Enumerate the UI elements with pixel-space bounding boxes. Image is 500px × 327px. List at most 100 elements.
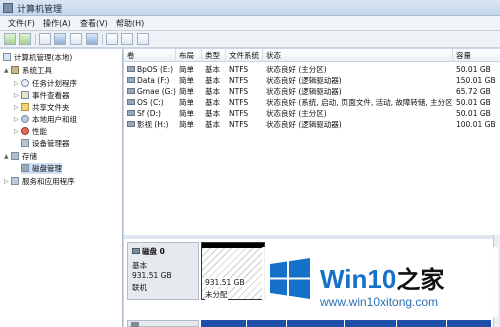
menu-action[interactable]: 操作(A) (43, 18, 71, 29)
volume-type: 基本 (205, 120, 220, 129)
forward-icon[interactable] (19, 33, 31, 45)
tree-item-label: 共享文件夹 (32, 103, 70, 112)
tree-item-services-apps[interactable]: ▷ 服务和应用程序 (4, 176, 75, 187)
refresh-icon[interactable] (121, 33, 133, 45)
volume-layout: 简单 (179, 87, 194, 96)
tree-item-task-scheduler[interactable]: ▷ 任务计划程序 (14, 78, 77, 89)
settings-icon[interactable] (137, 33, 149, 45)
volume-status: 状态良好 (主分区) (266, 109, 327, 118)
disk-1-label[interactable] (127, 320, 199, 327)
tree-item-shared-folders[interactable]: ▷ 共享文件夹 (14, 102, 70, 113)
column-status[interactable]: 状态 (263, 49, 453, 62)
tree-item-disk-management[interactable]: 磁盘管理 (21, 163, 62, 174)
volume-icon (127, 66, 135, 72)
collapse-arrow-icon[interactable]: ▲ (4, 151, 11, 162)
volume-capacity: 50.01 GB (456, 98, 491, 107)
disk-icon (131, 322, 139, 327)
tree-item-label: 计算机管理(本地) (14, 53, 73, 62)
disk-0-size: 931.51 GB (132, 271, 172, 280)
partition-block[interactable] (247, 320, 287, 327)
volume-layout: 简单 (179, 76, 194, 85)
volume-name: OS (C:) (124, 97, 176, 108)
tree-item-label: 设备管理器 (32, 139, 70, 148)
volume-status: 状态良好 (逻辑驱动器) (266, 120, 342, 129)
tree-item-performance[interactable]: ▷ 性能 (14, 126, 47, 137)
expand-arrow-icon[interactable]: ▷ (14, 90, 21, 101)
volume-row[interactable]: OS (C:) 简单 基本 NTFS 状态良好 (系统, 启动, 页面文件, 活… (124, 97, 500, 108)
watermark-url: www.win10xitong.com (320, 295, 439, 309)
column-type[interactable]: 类型 (202, 49, 226, 62)
expand-arrow-icon[interactable]: ▷ (14, 114, 21, 125)
expand-arrow-icon[interactable]: ▷ (14, 126, 21, 137)
volume-icon (127, 99, 135, 105)
menu-help[interactable]: 帮助(H) (116, 18, 144, 29)
volume-capacity: 100.01 GB (456, 120, 496, 129)
volume-filesystem: NTFS (229, 98, 249, 107)
tree-item-system-tools[interactable]: ▲ 系统工具 (4, 65, 52, 76)
volume-layout: 简单 (179, 120, 194, 129)
partition-block[interactable] (287, 320, 345, 327)
windows-logo-icon (270, 258, 310, 299)
volume-name: BpOS (E:) (124, 64, 176, 75)
menu-view[interactable]: 查看(V) (80, 18, 108, 29)
column-filesystem[interactable]: 文件系统 (226, 49, 263, 62)
tree-item-label: 本地用户和组 (32, 115, 77, 124)
volume-type: 基本 (205, 87, 220, 96)
storage-icon (11, 152, 19, 160)
up-folder-icon[interactable] (39, 33, 51, 45)
tree-item-event-viewer[interactable]: ▷ 事件查看器 (14, 90, 70, 101)
disk-0-label[interactable]: 磁盘 0 基本 931.51 GB 联机 (127, 242, 199, 300)
partition-label: 未分配 (205, 289, 228, 300)
menu-file[interactable]: 文件(F) (8, 18, 35, 29)
volume-filesystem: NTFS (229, 76, 249, 85)
partition-block[interactable] (201, 320, 247, 327)
expand-arrow-icon[interactable]: ▷ (4, 176, 11, 187)
partition-block[interactable] (345, 320, 397, 327)
unallocated-partition[interactable]: 931.51 GB 未分配 (201, 242, 265, 300)
watermark-brand: Win10之家 (320, 264, 445, 294)
tree-item-label: 系统工具 (22, 66, 52, 75)
tree-item-label: 性能 (32, 127, 47, 136)
tree-item-storage[interactable]: ▲ 存储 (4, 151, 37, 162)
expand-arrow-icon[interactable]: ▷ (14, 78, 21, 89)
column-volume[interactable]: 卷 (124, 49, 176, 62)
folder-icon (21, 103, 29, 111)
toolbar-divider (35, 34, 36, 45)
disk-0-title: 磁盘 0 (132, 246, 165, 257)
volume-row[interactable]: Gmae (G:) 简单 基本 NTFS 状态良好 (逻辑驱动器) 65.72 … (124, 86, 500, 97)
event-icon (21, 91, 29, 99)
help-icon[interactable] (70, 33, 82, 45)
performance-icon (21, 127, 29, 135)
collapse-arrow-icon[interactable]: ▲ (4, 65, 11, 76)
tree-item-label: 存储 (22, 152, 37, 161)
volume-row[interactable]: 影视 (H:) 简单 基本 NTFS 状态良好 (逻辑驱动器) 100.01 G… (124, 119, 500, 130)
volume-filesystem: NTFS (229, 109, 249, 118)
column-layout[interactable]: 布局 (176, 49, 202, 62)
properties-icon[interactable] (86, 33, 98, 45)
device-icon (21, 139, 29, 147)
volume-status: 状态良好 (逻辑驱动器) (266, 87, 342, 96)
volume-type: 基本 (205, 98, 220, 107)
expand-arrow-icon[interactable]: ▷ (14, 102, 21, 113)
tree-item-computer-management[interactable]: 计算机管理(本地) (3, 52, 72, 63)
console-tree: 计算机管理(本地) ▲ 系统工具 ▷ 任务计划程序 ▷ 事件查看器 ▷ 共享文件夹 ▷ 本… (0, 49, 123, 327)
disk-0-type: 基本 (132, 261, 147, 270)
volume-type: 基本 (205, 76, 220, 85)
toolbar (0, 31, 500, 48)
volume-list: 卷 布局 类型 文件系统 状态 容量 BpOS (E:) 简单 基本 NTFS … (124, 49, 500, 235)
volume-row[interactable]: Data (F:) 简单 基本 NTFS 状态良好 (逻辑驱动器) 150.01… (124, 75, 500, 86)
volume-row[interactable]: Sf (D:) 简单 基本 NTFS 状态良好 (主分区) 50.01 GB (124, 108, 500, 119)
tree-item-device-manager[interactable]: 设备管理器 (21, 138, 70, 149)
partition-block[interactable] (397, 320, 447, 327)
tree-item-local-users[interactable]: ▷ 本地用户和组 (14, 114, 77, 125)
column-capacity[interactable]: 容量 (453, 49, 500, 62)
volume-row[interactable]: BpOS (E:) 简单 基本 NTFS 状态良好 (主分区) 50.01 GB (124, 64, 500, 75)
console-tree-icon[interactable] (54, 33, 66, 45)
back-icon[interactable] (4, 33, 16, 45)
volume-name: Sf (D:) (124, 108, 176, 119)
volume-name: Gmae (G:) (124, 86, 176, 97)
partition-block[interactable] (447, 320, 491, 327)
disk-0-status: 联机 (132, 283, 147, 292)
export-icon[interactable] (106, 33, 118, 45)
volume-status: 状态良好 (系统, 启动, 页面文件, 活动, 故障转储, 主分区) (266, 98, 453, 107)
